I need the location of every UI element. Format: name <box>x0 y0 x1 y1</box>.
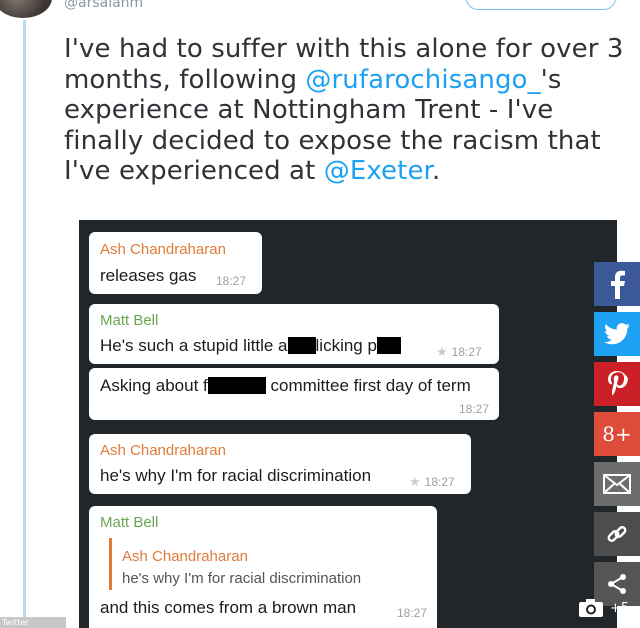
mention-link-exeter[interactable]: @Exeter <box>324 156 432 186</box>
user-handle[interactable]: @arsalanm <box>64 0 143 11</box>
tweet-text-part3: . <box>431 156 441 186</box>
message-sender: Ash Chandraharan <box>100 241 226 258</box>
google-plus-icon: 8+ <box>602 422 632 446</box>
message-sender: Matt Bell <box>100 514 159 531</box>
message-sender: Matt Bell <box>100 312 159 329</box>
photo-count: +5 <box>610 600 630 616</box>
message-time: ★ 18:27 <box>436 344 482 360</box>
message-text: he's why I'm for racial discrimination <box>100 466 372 485</box>
message-text: releases gas <box>100 266 197 285</box>
message-text: and this comes from a brown man <box>100 598 357 617</box>
email-share-button[interactable] <box>594 462 640 506</box>
photo-gallery-button[interactable]: +5 <box>578 596 640 620</box>
pinterest-share-button[interactable] <box>594 362 640 406</box>
star-icon: ★ <box>436 344 448 359</box>
google-plus-share-button[interactable]: 8+ <box>594 412 640 456</box>
camera-icon <box>579 599 603 617</box>
message-time: ★ 18:27 <box>409 474 455 490</box>
email-icon <box>603 474 631 494</box>
message-time-value: 18:27 <box>424 475 455 489</box>
quoted-sender: Ash Chandraharan <box>122 548 248 565</box>
image-credit: Twitter <box>0 617 66 628</box>
redaction-bar <box>207 377 266 394</box>
message-time: 18:27 <box>397 606 428 620</box>
message-text-part: licking p <box>315 336 377 355</box>
chat-message: Matt Bell Ash Chandraharan he's why I'm … <box>89 506 437 628</box>
message-text-part: committee first day of term <box>270 376 471 395</box>
twitter-icon <box>604 323 630 345</box>
chat-message: Asking about f committee first day of te… <box>89 368 499 420</box>
chat-message: Matt Bell He's such a stupid little a lic… <box>89 304 499 364</box>
message-time-value: 18:27 <box>451 345 482 359</box>
thread-line <box>23 20 26 620</box>
chat-message: Ash Chandraharan he's why I'm for racial… <box>89 434 471 494</box>
copy-link-button[interactable] <box>594 512 640 556</box>
message-time: 18:27 <box>459 402 490 416</box>
follow-button[interactable] <box>466 0 616 10</box>
redaction-bar <box>287 337 316 354</box>
tweet-text: I've had to suffer with this alone for o… <box>64 34 624 187</box>
twitter-share-button[interactable] <box>594 312 640 356</box>
user-avatar[interactable] <box>0 0 52 18</box>
star-icon: ★ <box>409 474 421 489</box>
message-text: Asking about f committee first day of te… <box>100 376 471 396</box>
link-icon <box>607 526 627 542</box>
redaction-bar <box>376 337 401 354</box>
quoted-text: he's why I'm for racial discrimination <box>122 570 362 587</box>
message-text-part: Asking about f <box>100 376 208 395</box>
message-text-part: He's such a stupid little a <box>100 336 288 355</box>
message-text: He's such a stupid little a licking p <box>100 336 401 356</box>
facebook-icon <box>611 270 625 299</box>
chat-message: Ash Chandraharan releases gas 18:27 <box>89 232 262 294</box>
chat-screenshot: Ash Chandraharan releases gas 18:27 Matt… <box>79 220 617 628</box>
mention-link-rufarochisango[interactable]: @rufarochisango_ <box>305 65 540 95</box>
facebook-share-button[interactable] <box>594 262 640 306</box>
share-icon <box>608 574 626 594</box>
reply-quote: Ash Chandraharan he's why I'm for racial… <box>109 538 433 590</box>
message-sender: Ash Chandraharan <box>100 442 226 459</box>
pinterest-icon <box>608 371 628 396</box>
message-time: 18:27 <box>216 274 247 288</box>
